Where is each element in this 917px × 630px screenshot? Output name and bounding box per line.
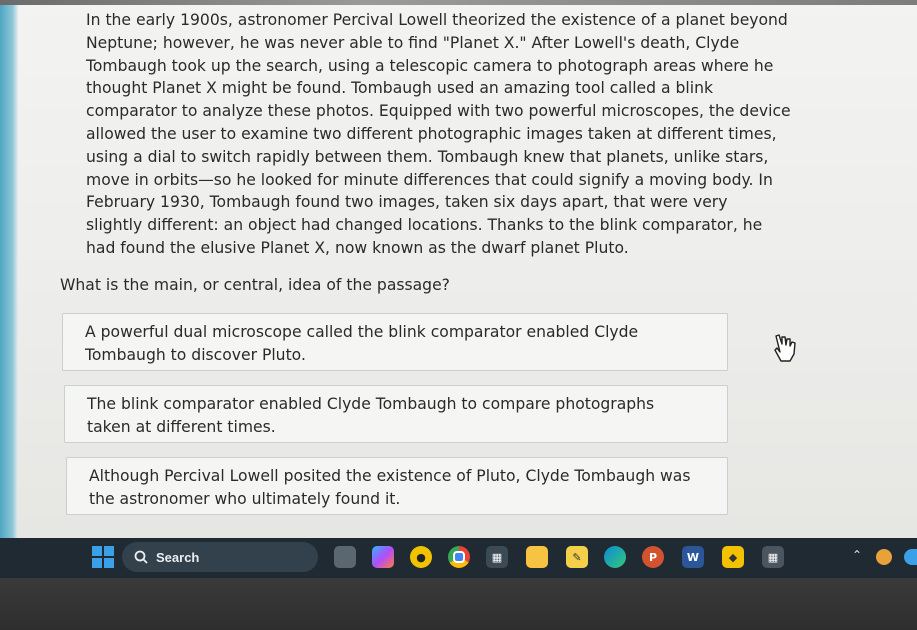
file-explorer-icon[interactable] — [526, 546, 548, 568]
left-edge-decoration — [0, 5, 18, 538]
answer-option-text: Tombaugh to discover Pluto. — [85, 346, 306, 364]
passage-line: allowed the user to examine two differen… — [86, 124, 777, 143]
copilot-icon[interactable] — [372, 546, 394, 568]
passage-line: had found the elusive Planet X, now know… — [86, 238, 629, 257]
powerpoint-icon[interactable]: P — [642, 546, 664, 568]
sticky-notes-icon[interactable]: ✎ — [566, 546, 588, 568]
browser-top-edge — [0, 0, 917, 5]
hand-cursor-icon — [774, 334, 796, 362]
search-label: Search — [156, 549, 200, 565]
laptop-bezel — [0, 578, 917, 630]
passage-line: February 1930, Tombaugh found two images… — [86, 193, 728, 212]
answer-option-text: taken at different times. — [87, 418, 276, 436]
chrome-icon[interactable] — [448, 546, 470, 568]
store-icon[interactable]: ▦ — [486, 546, 508, 568]
widget-icon[interactable] — [334, 546, 356, 568]
calculator-icon[interactable]: ▦ — [762, 546, 784, 568]
weather-icon[interactable] — [876, 549, 892, 565]
passage-line: slightly different: an object had change… — [86, 216, 763, 235]
answer-option-b[interactable]: The blink comparator enabled Clyde Tomba… — [64, 385, 728, 443]
security-icon[interactable]: ◆ — [722, 546, 744, 568]
webpage-viewport: In the early 1900s, astronomer Percival … — [0, 0, 917, 538]
word-icon[interactable]: W — [682, 546, 704, 568]
passage-line: thought Planet X might be found. Tombaug… — [86, 79, 713, 98]
passage-line: Tombaugh took up the search, using a tel… — [86, 56, 774, 75]
media-icon[interactable]: ● — [410, 546, 432, 568]
answer-option-c[interactable]: Although Percival Lowell posited the exi… — [66, 457, 728, 515]
passage-line: comparator to analyze these photos. Equi… — [86, 102, 791, 121]
chevron-up-icon[interactable]: ⌃ — [852, 548, 862, 562]
passage-line: move in orbits—so he looked for minute d… — [86, 170, 773, 189]
question-prompt: What is the main, or central, idea of th… — [60, 276, 450, 294]
passage-line: using a dial to switch rapidly between t… — [86, 147, 769, 166]
tray-app-icon[interactable] — [904, 549, 917, 565]
edge-icon[interactable] — [604, 546, 626, 568]
answer-option-text: The blink comparator enabled Clyde Tomba… — [87, 395, 655, 413]
answer-option-text: A powerful dual microscope called the bl… — [85, 323, 639, 341]
search-icon — [134, 550, 148, 564]
taskbar-search-box[interactable]: Search — [122, 542, 318, 572]
passage-line: Neptune; however, he was never able to f… — [86, 33, 740, 52]
taskbar: Search ● ▦ ✎ P W ◆ ▦ ⌃ — [0, 538, 917, 578]
passage-line: In the early 1900s, astronomer Percival … — [86, 11, 788, 29]
answer-option-text: the astronomer who ultimately found it. — [89, 490, 401, 508]
answer-option-text: Although Percival Lowell posited the exi… — [89, 467, 691, 485]
start-icon[interactable] — [92, 546, 114, 568]
reading-passage: In the early 1900s, astronomer Percival … — [86, 9, 826, 260]
answer-option-a[interactable]: A powerful dual microscope called the bl… — [62, 313, 728, 371]
